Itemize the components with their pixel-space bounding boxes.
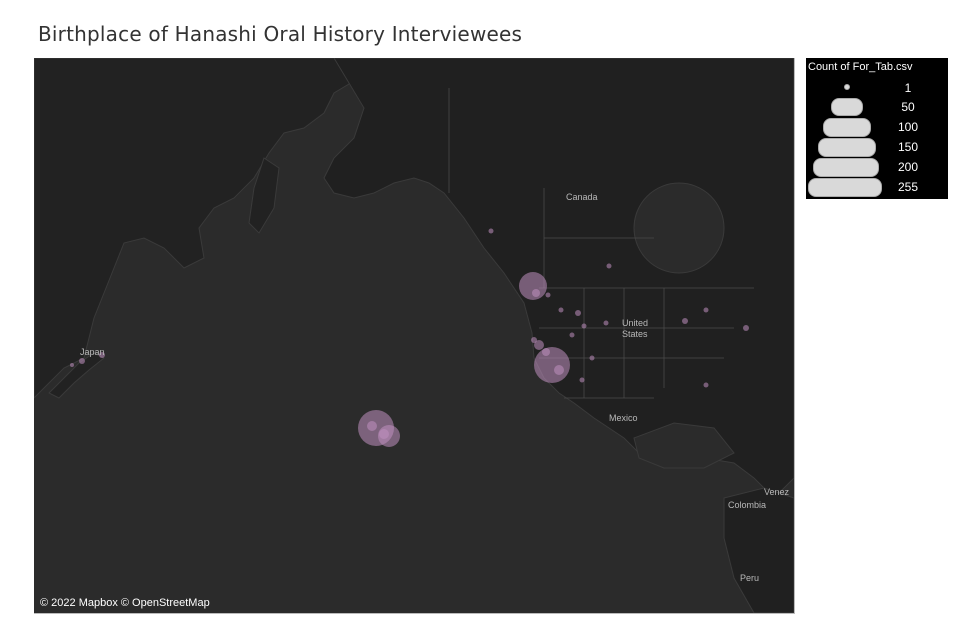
map-label-colombia: Colombia <box>728 500 767 510</box>
map-view[interactable]: Canada United States Mexico Japan Colomb… <box>34 58 795 614</box>
marker-nevada <box>569 332 575 338</box>
marker-seattle-small <box>532 289 540 297</box>
legend-item: 50 <box>806 98 948 118</box>
map-label-peru: Peru <box>740 573 760 583</box>
marker-oregon <box>545 292 551 298</box>
marker-hawaii-small <box>367 421 377 431</box>
legend-size-marker <box>808 178 882 197</box>
map-label-japan: Japan <box>80 347 105 357</box>
marker-idaho <box>558 307 564 313</box>
marker-la-large <box>534 347 570 383</box>
marker-florida <box>703 382 709 388</box>
map-label-venezuela: Venez <box>764 487 790 497</box>
marker-japan-3 <box>70 363 74 367</box>
legend-item: 1 <box>806 79 948 99</box>
map-attribution[interactable]: © 2022 Mapbox © OpenStreetMap <box>40 597 210 609</box>
marker-japan-1 <box>79 358 85 364</box>
marker-la-small <box>554 365 564 375</box>
legend-label: 150 <box>897 140 919 154</box>
legend-label: 1 <box>904 81 912 95</box>
map-label-states: States <box>622 329 648 339</box>
legend-label: 255 <box>897 180 919 194</box>
marker-sf-2 <box>542 348 550 356</box>
chart-title: Birthplace of Hanashi Oral History Inter… <box>38 22 523 46</box>
size-legend: Count of For_Tab.csv 1 50 100 150 200 25… <box>806 58 948 199</box>
legend-size-marker <box>823 118 871 137</box>
legend-item: 255 <box>806 178 948 198</box>
legend-item: 200 <box>806 158 948 178</box>
marker-utah <box>575 310 581 316</box>
map-label-mexico: Mexico <box>609 413 638 423</box>
legend-size-marker <box>844 84 850 90</box>
marker-arizona <box>589 355 595 361</box>
legend-title: Count of For_Tab.csv <box>808 61 913 73</box>
map-label-canada: Canada <box>566 192 598 202</box>
marker-hawaii-small <box>379 429 389 439</box>
legend-size-marker <box>813 158 879 177</box>
marker-bc <box>488 228 494 234</box>
marker-texas <box>579 377 585 383</box>
marker-alberta <box>606 263 612 269</box>
legend-size-marker <box>818 138 876 157</box>
water-hudson-bay <box>633 182 725 274</box>
marker-seattle-large <box>519 272 547 300</box>
legend-label: 50 <box>901 100 915 114</box>
legend-size-marker <box>831 98 863 116</box>
marker-ca <box>531 337 537 343</box>
marker-illinois <box>682 318 688 324</box>
map-label-united: United <box>622 318 649 328</box>
marker-michigan <box>703 307 709 313</box>
legend-item: 100 <box>806 118 948 138</box>
legend-label: 100 <box>897 120 919 134</box>
marker-utah-2 <box>581 323 587 329</box>
legend-item: 150 <box>806 138 948 158</box>
marker-ny <box>743 325 749 331</box>
map-canvas <box>34 58 794 613</box>
marker-colorado <box>603 320 609 326</box>
legend-label: 200 <box>897 160 919 174</box>
